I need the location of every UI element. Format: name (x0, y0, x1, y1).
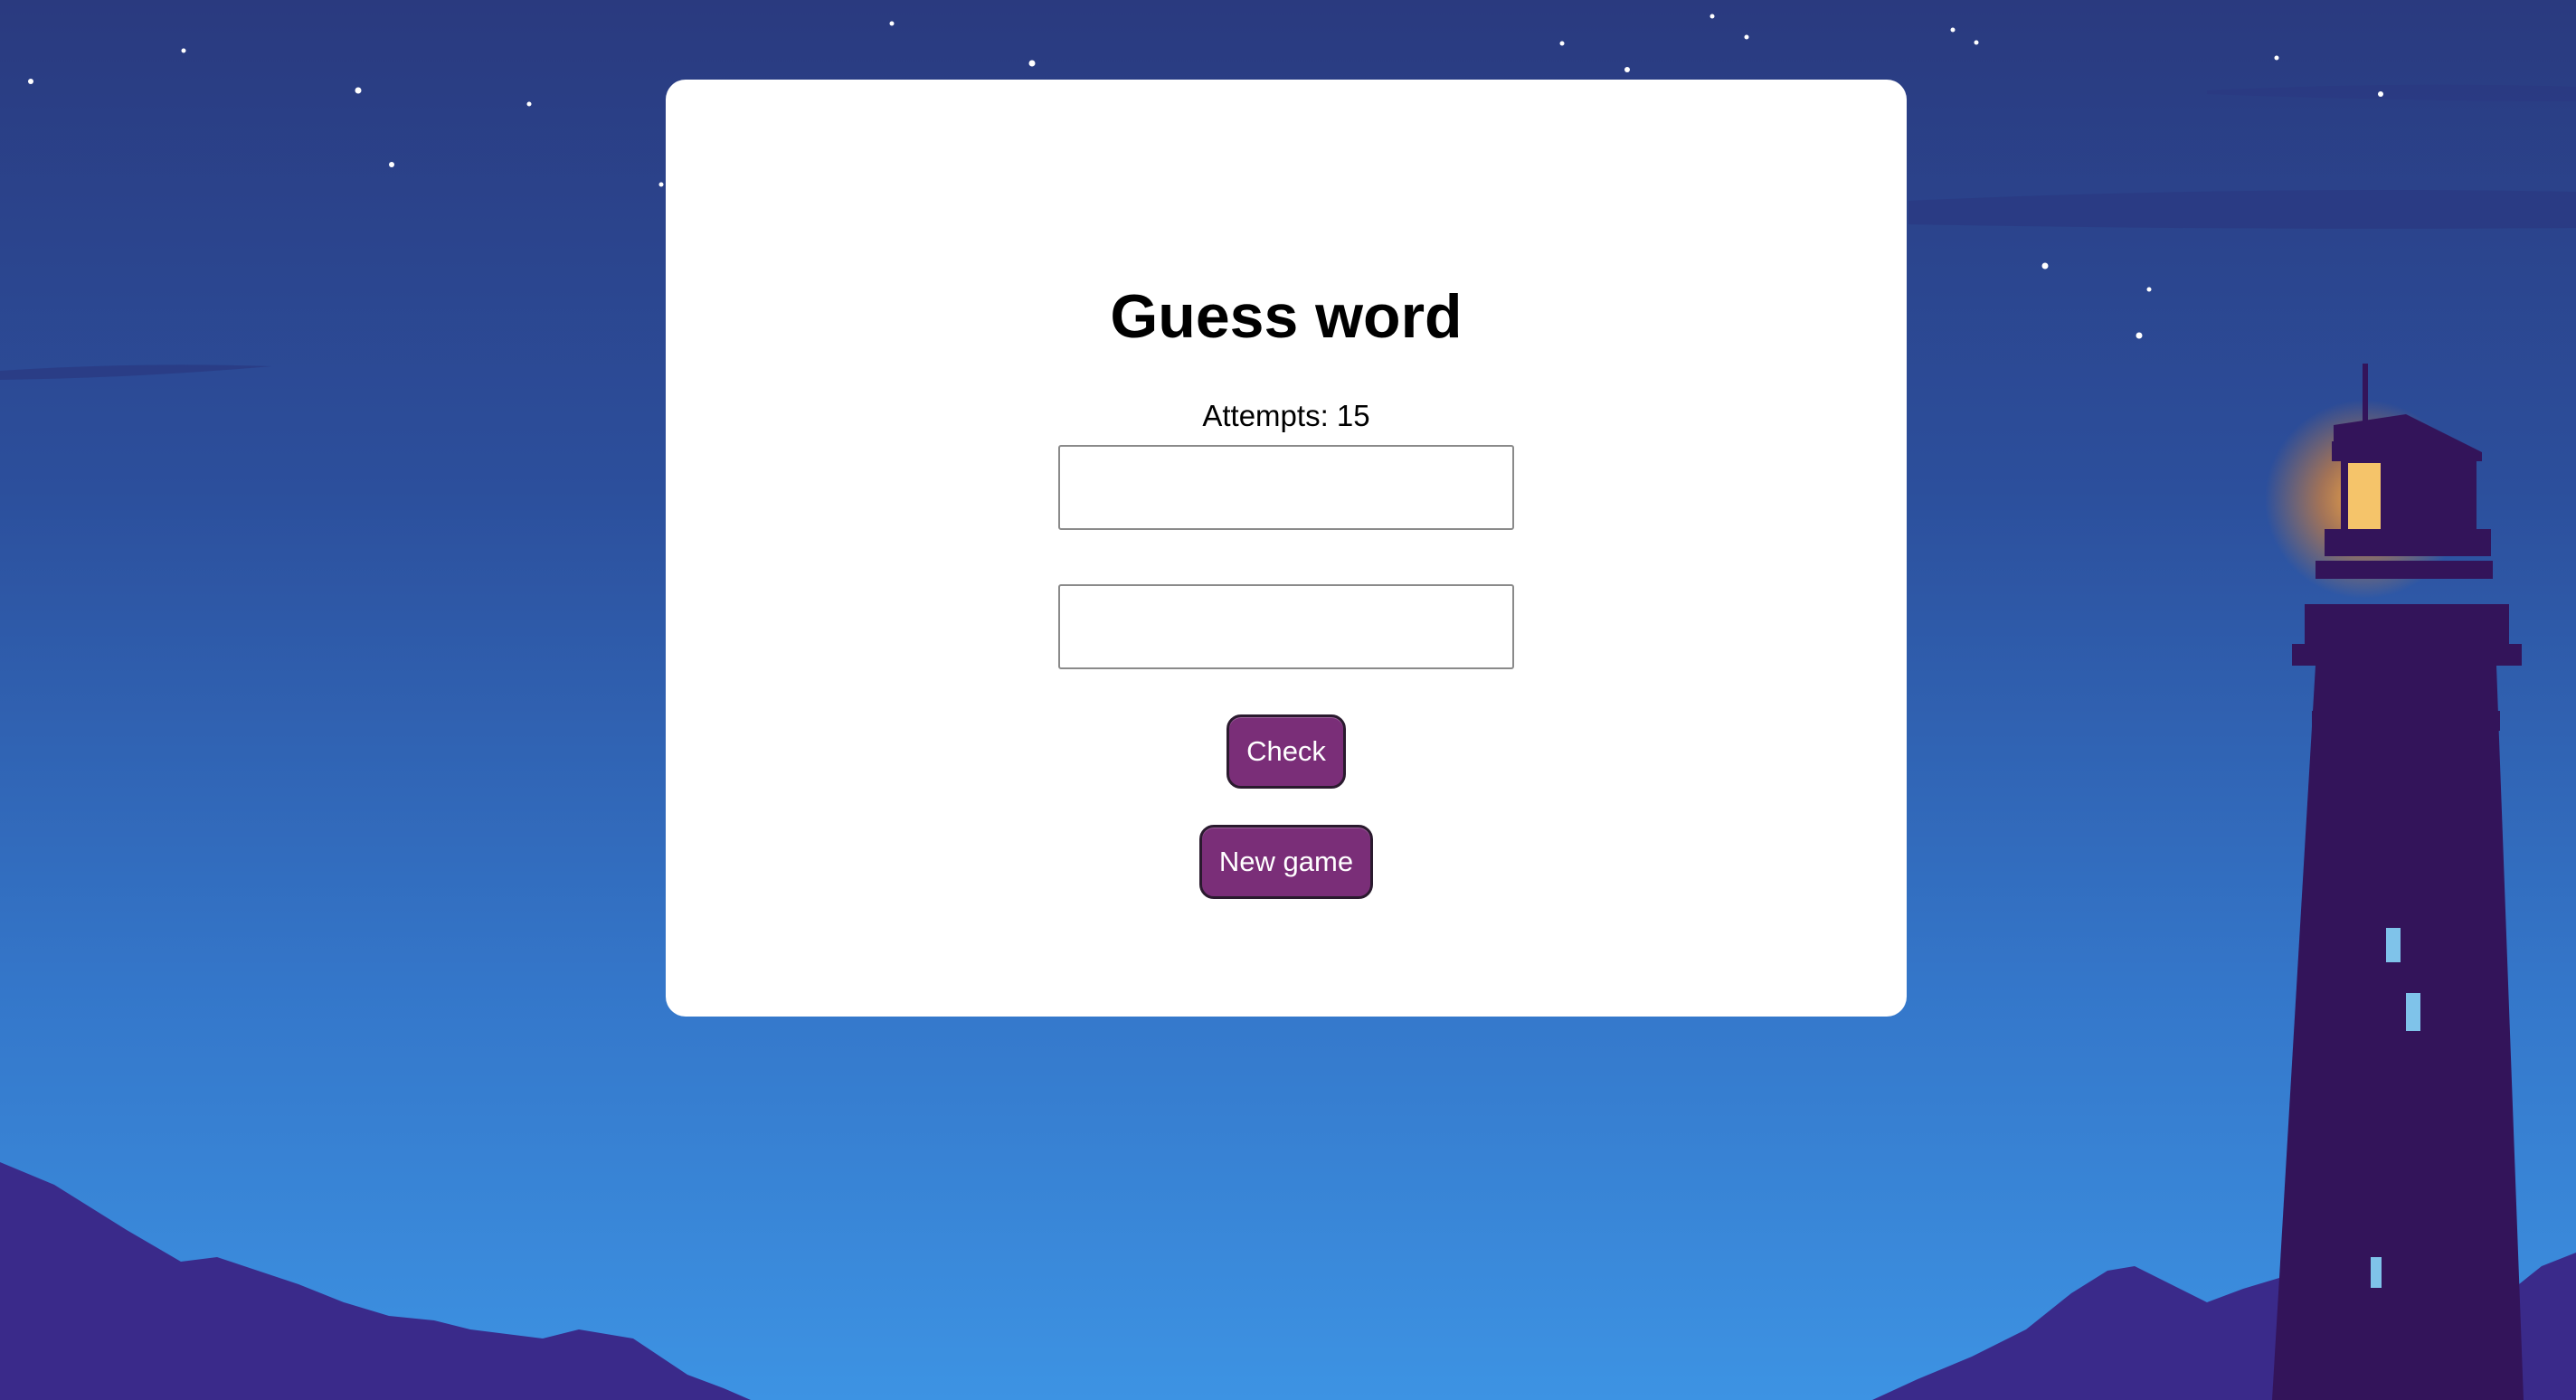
new-game-button[interactable]: New game (1199, 825, 1373, 899)
attempts-counter: Attempts: 15 (1202, 399, 1370, 432)
game-title: Guess word (1110, 282, 1463, 351)
guess-input-1[interactable] (1058, 445, 1514, 530)
check-button[interactable]: Check (1226, 714, 1346, 789)
game-card: Guess word Attempts: 15 Check New game (666, 80, 1907, 1017)
guess-input-2[interactable] (1058, 584, 1514, 669)
mountains (0, 1162, 751, 1400)
lighthouse (2265, 364, 2576, 1400)
